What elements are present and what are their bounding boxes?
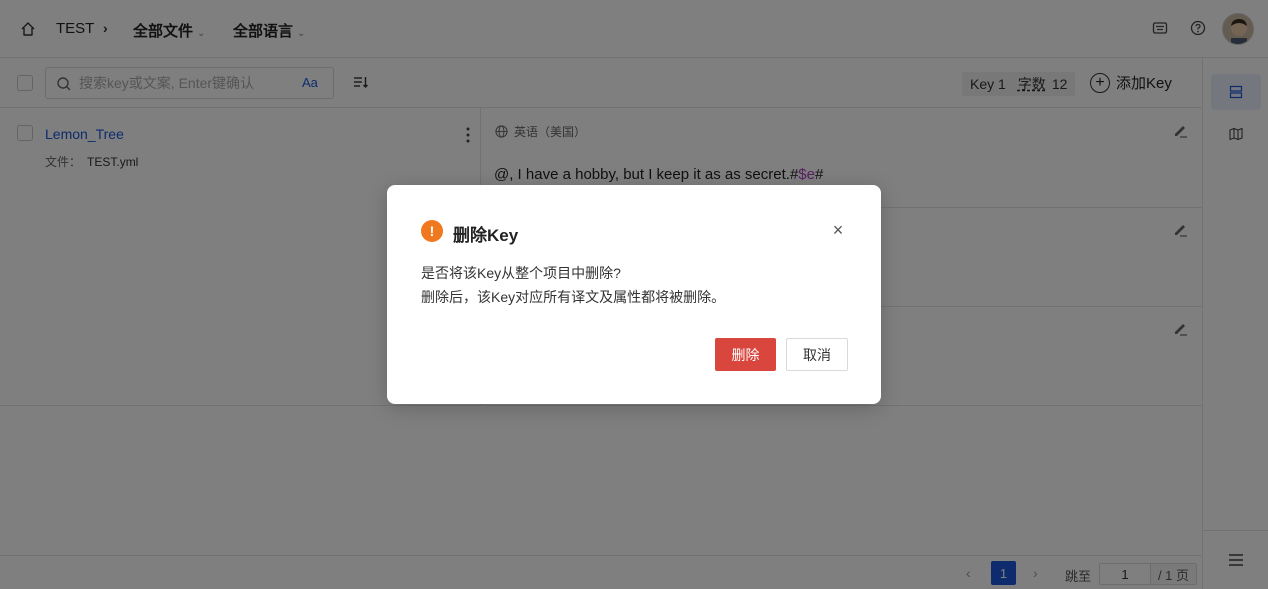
warning-icon: ! [421,220,443,242]
close-icon[interactable]: × [830,220,846,240]
dialog-message-line2: 删除后，该Key对应所有译文及属性都将被删除。 [421,289,726,305]
dialog-title: 删除Key [453,226,519,245]
cancel-button[interactable]: 取消 [786,338,848,371]
delete-key-dialog: ! 删除Key × 是否将该Key从整个项目中删除? 删除后，该Key对应所有译… [387,185,881,404]
confirm-delete-button[interactable]: 删除 [715,338,776,371]
dialog-message-line1: 是否将该Key从整个项目中删除? [421,265,621,281]
